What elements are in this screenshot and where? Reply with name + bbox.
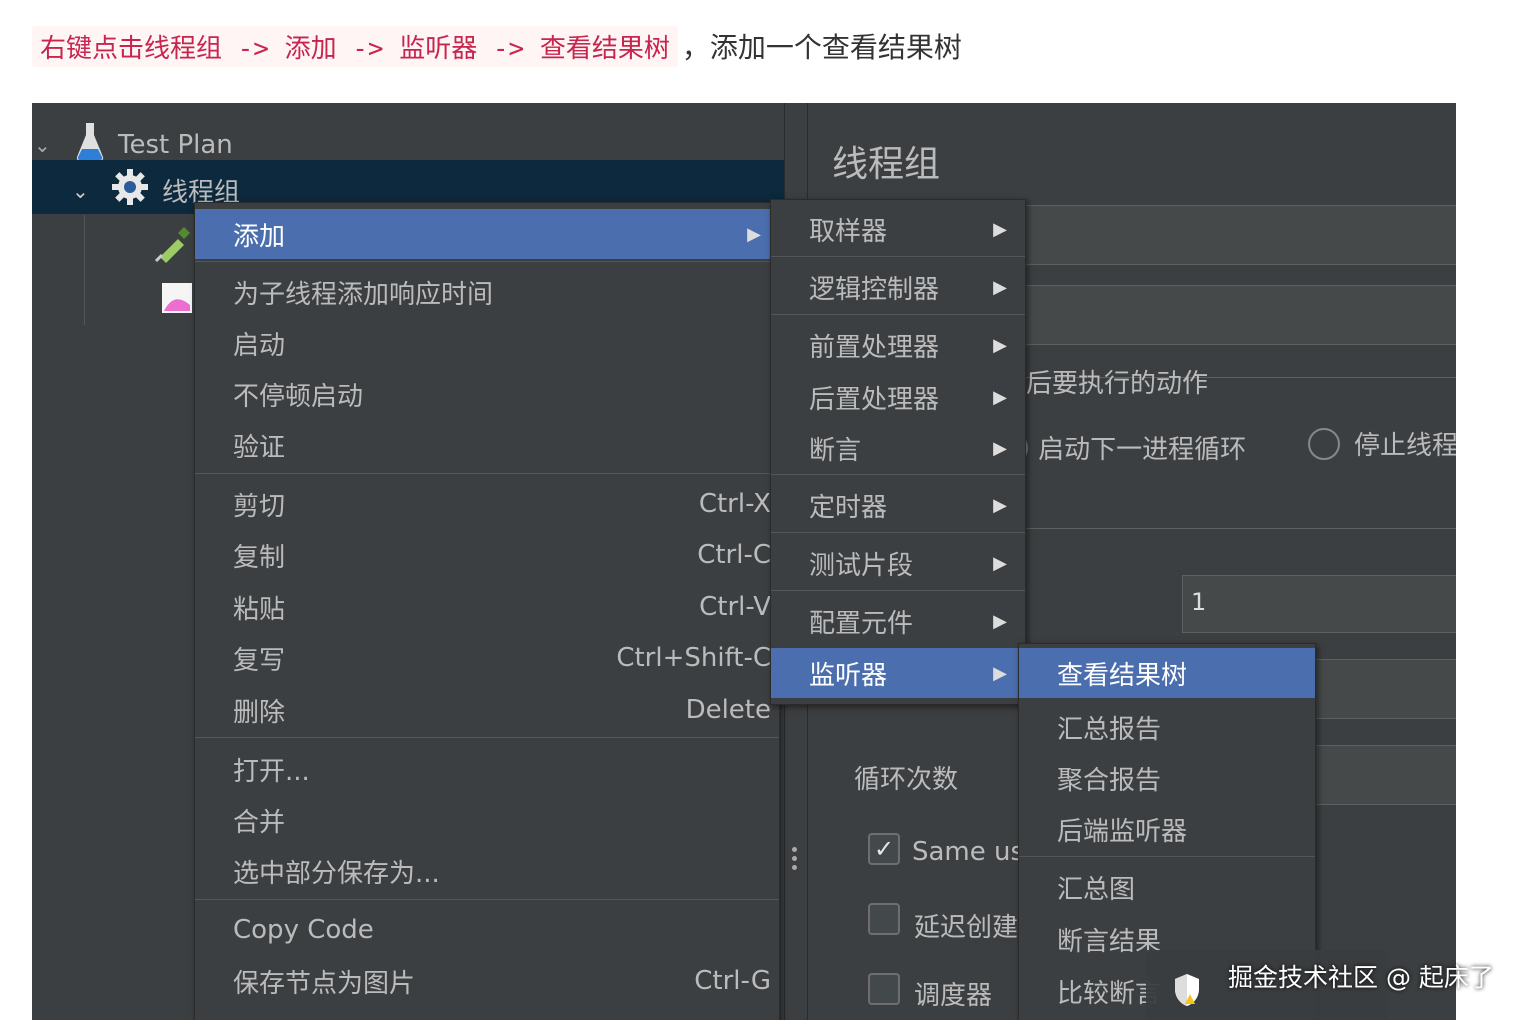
arrow-right-icon: ▶ [993,437,1007,459]
action-label: 后要执行的动作 [1026,369,1209,399]
menu-separator [195,737,779,738]
radio-stop-label: 停止线程 [1354,431,1456,461]
delay-create-label: 延迟创建 [914,913,1019,943]
menu-item-view-results-tree[interactable]: 查看结果树 [1019,648,1315,698]
chevron-down-icon[interactable]: ⌄ [34,133,62,157]
arrow-right-icon: ▶ [993,610,1007,632]
menu-item-start-no-pause[interactable]: 不停顿启动 [195,369,779,419]
menu-separator [771,590,1025,591]
thread-count-field[interactable]: 1 [1182,575,1456,633]
thread-count-value: 1 [1191,588,1207,616]
shield-icon [1172,972,1202,1012]
arrow-right-icon: ▶ [993,386,1007,408]
menu-item-start[interactable]: 启动 [195,318,779,368]
instruction-text: ，添加一个查看结果树 [681,31,962,64]
menu-item-config-element[interactable]: 配置元件 ▶ [771,596,1025,646]
menu-item-pre-processor[interactable]: 前置处理器 ▶ [771,320,1025,370]
radio-next-loop[interactable]: ) 启动下一进程循环 [1020,429,1246,466]
arrow-right-icon: ▶ [747,223,761,245]
comment-field[interactable] [994,285,1456,345]
menu-item-duplicate[interactable]: 复写 Ctrl+Shift-C [195,633,779,683]
arrow-right-icon: ▶ [993,552,1007,574]
menu-separator [771,532,1025,533]
panel-title: 线程组 [832,144,941,185]
delay-create-checkbox[interactable] [868,903,900,935]
menu-item-copy[interactable]: 复制 Ctrl-C [195,530,779,580]
loop-count-label: 循环次数 [854,765,959,795]
context-menu: 添加 ▶ 为子线程添加响应时间 启动 不停顿启动 验证 剪切 Ctrl-X 复制 C… [194,202,780,1020]
arrow-right-icon: ▶ [993,494,1007,516]
ramp-up-field[interactable] [1294,659,1456,719]
menu-item-copy-code[interactable]: Copy Code [195,905,779,955]
tree-label-test-plan: Test Plan [118,129,233,160]
menu-item-validate[interactable]: 验证 [195,420,779,470]
checkmark-icon: ✓ [873,835,895,863]
arrow-right-icon: ▶ [993,218,1007,240]
chevron-down-icon[interactable]: ⌄ [72,179,102,203]
dropper-icon[interactable] [154,223,194,267]
menu-item-backend-listener[interactable]: 后端监听器 [1019,804,1315,854]
radio-next-loop-label: 启动下一进程循环 [1038,435,1247,465]
instruction-code: 右键点击线程组 -> 添加 -> 监听器 -> 查看结果树 [32,25,678,67]
menu-item-timer[interactable]: 定时器 ▶ [771,480,1025,530]
arrow-right-icon: ▶ [993,662,1007,684]
menu-item-test-fragment[interactable]: 测试片段 ▶ [771,538,1025,588]
jmeter-screenshot: ⌄ Test Plan ⌄ 线程组 线程组 l 后要 [32,103,1456,1020]
arrow-right-icon: ▶ [993,276,1007,298]
graph-icon[interactable] [160,281,194,319]
instruction-caption: 右键点击线程组 -> 添加 -> 监听器 -> 查看结果树 ，添加一个查看结果树 [32,24,962,68]
splitter-grip-icon[interactable] [792,843,798,874]
menu-separator [195,899,779,900]
name-field[interactable]: l [994,205,1456,265]
radio-button-icon[interactable] [1308,427,1340,460]
menu-item-paste[interactable]: 粘贴 Ctrl-V [195,582,779,632]
scheduler-label: 调度器 [914,981,993,1011]
arrow-right-icon: ▶ [993,334,1007,356]
menu-separator [771,314,1025,315]
menu-item-delete[interactable]: 删除 Delete [195,685,779,735]
scheduler-checkbox[interactable] [868,973,900,1005]
menu-item-summary-report[interactable]: 汇总报告 [1019,702,1315,752]
menu-item-listener[interactable]: 监听器 ▶ [771,648,1025,698]
menu-item-summary-graph[interactable]: 汇总图 [1019,862,1315,912]
watermark-text: 掘金技术社区 @ 起床了 [1228,963,1494,992]
loop-count-field[interactable] [1294,745,1456,805]
menu-item-sampler[interactable]: 取样器 ▶ [771,204,1025,254]
menu-item-add[interactable]: 添加 ▶ [195,209,779,259]
menu-item-post-processor[interactable]: 后置处理器 ▶ [771,372,1025,422]
menu-item-logic-controller[interactable]: 逻辑控制器 ▶ [771,262,1025,312]
menu-separator [195,473,779,474]
radio-stop-thread[interactable]: 停止线程 [1308,425,1456,462]
menu-separator [771,474,1025,475]
menu-item-open[interactable]: 打开... [195,744,779,794]
gear-icon [110,167,150,214]
menu-separator [195,261,779,262]
menu-separator [1019,856,1315,857]
menu-item-assertion[interactable]: 断言 ▶ [771,423,1025,473]
menu-separator [771,256,1025,257]
menu-item-save-node-as-image[interactable]: 保存节点为图片 Ctrl-G [195,956,779,1006]
tree-guide-line [84,215,85,325]
menu-item-merge[interactable]: 合并 [195,795,779,845]
menu-item-aggregate-report[interactable]: 聚合报告 [1019,753,1315,803]
same-user-checkbox[interactable]: ✓ [868,833,900,865]
add-submenu: 取样器 ▶ 逻辑控制器 ▶ 前置处理器 ▶ 后置处理器 ▶ 断言 ▶ 定时器 ▶ 测试片段 ▶… [770,199,1026,705]
menu-item-cut[interactable]: 剪切 Ctrl-X [195,479,779,529]
menu-item-save-selection-as[interactable]: 选中部分保存为... [195,846,779,896]
menu-item-add-response-time[interactable]: 为子线程添加响应时间 [195,267,779,317]
